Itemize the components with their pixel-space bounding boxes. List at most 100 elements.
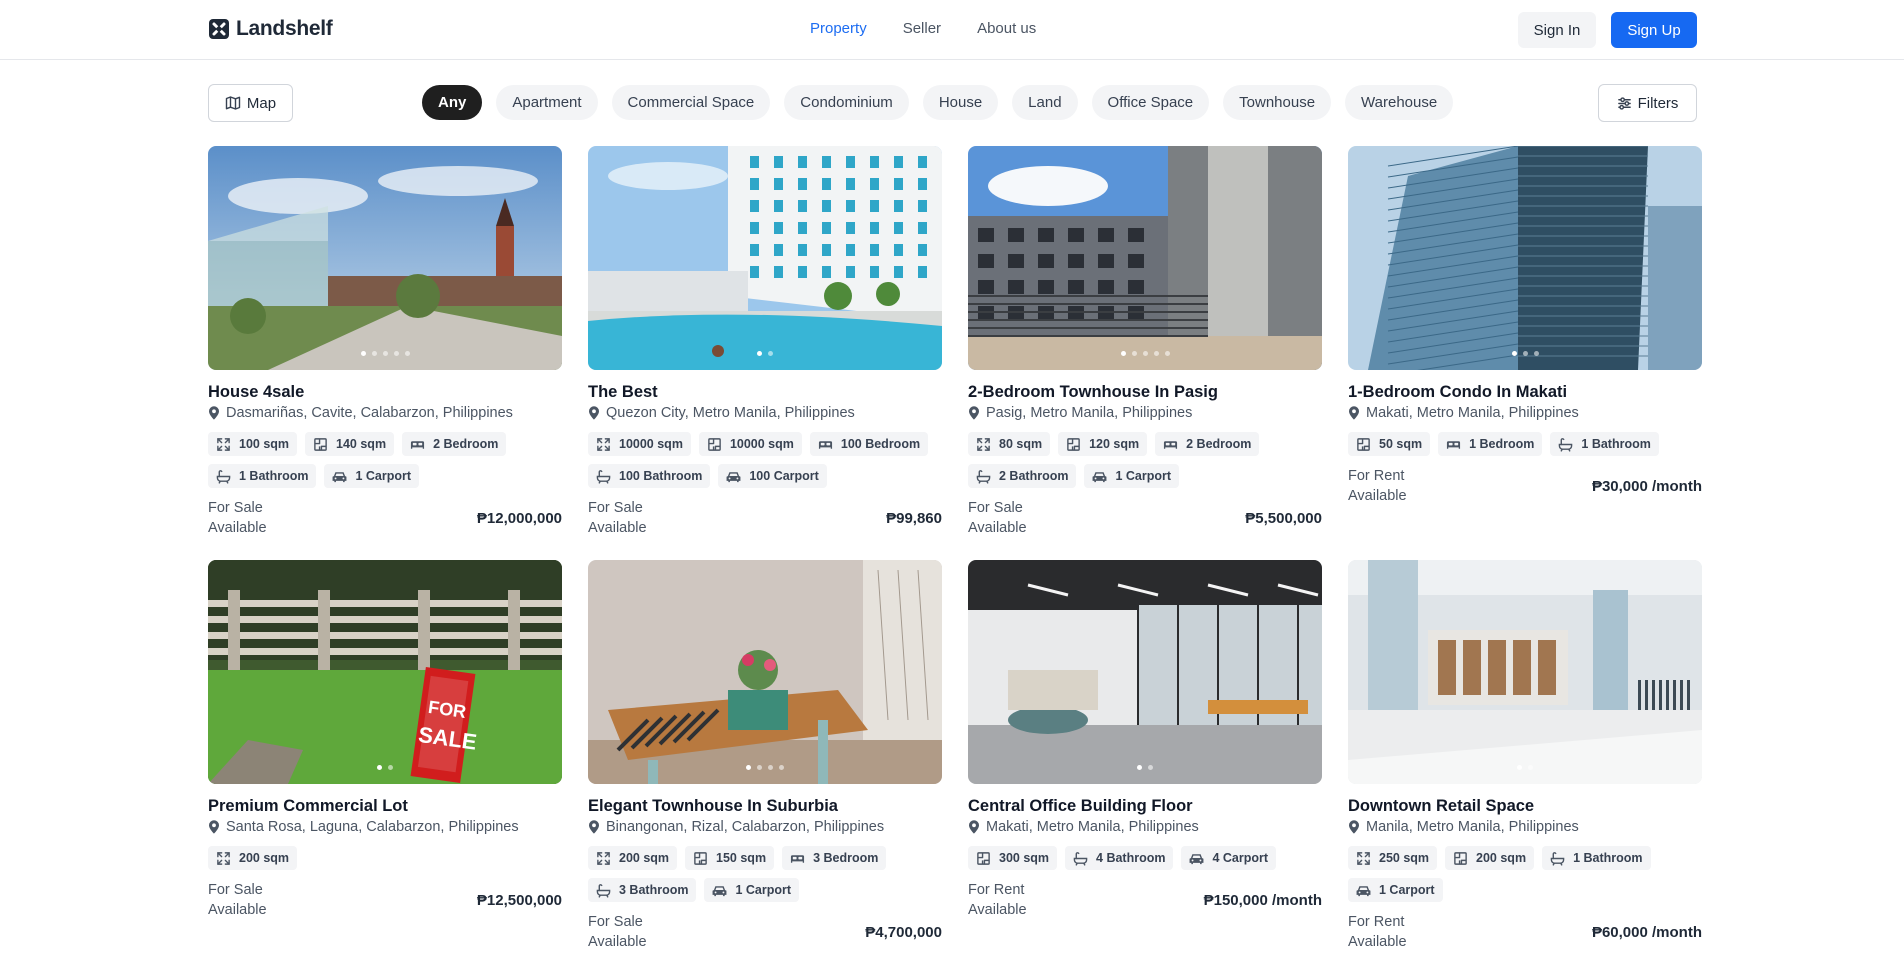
carousel-dot[interactable] [1120,351,1126,356]
brand-logo[interactable]: Landshelf [208,17,333,41]
category-chip-land[interactable]: Land [1012,85,1078,120]
listing-image[interactable] [588,146,942,370]
category-chip-house[interactable]: House [922,85,999,120]
nav-seller[interactable]: Seller [903,20,941,37]
listing-title[interactable]: Elegant Townhouse In Suburbia [588,796,942,816]
feature-label: 3 Bathroom [619,883,689,897]
area-icon [1356,851,1371,866]
filters-button-label: Filters [1637,94,1679,112]
category-chip-condominium[interactable]: Condominium [784,85,909,120]
listing-card[interactable]: FOR SALE Premium Commercial Lot Santa Rosa… [208,560,562,920]
carousel-dot[interactable] [1164,351,1170,356]
carousel-dot[interactable] [360,351,366,356]
listing-card[interactable]: 1-Bedroom Condo In Makati Makati, Metro M… [1348,146,1702,506]
listing-price: ₱99,860 [886,509,942,527]
listing-location: Quezon City, Metro Manila, Philippines [588,404,942,422]
category-chip-commercial-space[interactable]: Commercial Space [611,85,771,120]
listing-location: Binangonan, Rizal, Calabarzon, Philippin… [588,818,942,836]
carousel-dot[interactable] [779,765,784,770]
listing-card[interactable]: Elegant Townhouse In Suburbia Binangonan,… [588,560,942,952]
filters-button[interactable]: Filters [1598,84,1697,122]
feature-label: 1 Bathroom [1573,851,1643,865]
listing-image[interactable] [588,560,942,784]
listing-availability: Available [1348,488,1407,504]
feature-tag: 50 sqm [1348,432,1431,456]
nav-about-us[interactable]: About us [977,20,1036,37]
listing-image[interactable] [1348,560,1702,784]
listing-card[interactable]: 2-Bedroom Townhouse In Pasig Pasig, Metro… [968,146,1322,538]
listing-features: 200 sqm [208,846,562,870]
listing-title[interactable]: 1-Bedroom Condo In Makati [1348,382,1702,402]
car-icon [1092,469,1107,484]
listing-image[interactable] [208,146,562,370]
feature-tag: 100 Carport [718,464,827,488]
feature-tag: 140 sqm [305,432,395,456]
listing-image[interactable] [968,560,1322,784]
bed-icon [1446,437,1461,452]
sign-up-button[interactable]: Sign Up [1611,12,1697,48]
listing-photo [1348,560,1702,784]
carousel-dot[interactable] [388,765,393,770]
listing-image[interactable]: FOR SALE [208,560,562,784]
listing-card[interactable]: The Best Quezon City, Metro Manila, Phili… [588,146,942,538]
listing-card[interactable]: House 4sale Dasmariñas, Cavite, Calabarzo… [208,146,562,538]
carousel-dot[interactable] [1131,351,1137,356]
carousel-dot[interactable] [768,765,773,770]
listing-title[interactable]: House 4sale [208,382,562,402]
listing-features: 250 sqm 200 sqm 1 Bathroom 1 Carport [1348,846,1702,902]
location-pin-icon [1348,406,1360,420]
listing-title[interactable]: Central Office Building Floor [968,796,1322,816]
listing-image[interactable] [1348,146,1702,370]
listing-availability: Available [1348,934,1407,950]
category-chip-any[interactable]: Any [422,85,483,120]
listing-features: 50 sqm 1 Bedroom 1 Bathroom [1348,432,1702,456]
listing-title[interactable]: 2-Bedroom Townhouse In Pasig [968,382,1322,402]
carousel-dot[interactable] [1533,351,1539,356]
listing-availability: Available [588,934,647,950]
listing-price: ₱30,000 /month [1591,477,1702,495]
sign-in-button[interactable]: Sign In [1518,12,1596,48]
carousel-dot[interactable] [404,351,410,356]
listing-photo: FOR SALE [208,560,562,784]
listing-type: For Rent [1348,468,1405,484]
carousel-dot[interactable] [1137,765,1142,770]
carousel-dot[interactable] [1511,351,1517,356]
carousel-dot[interactable] [757,351,762,356]
carousel-dot[interactable] [1517,765,1522,770]
nav-property[interactable]: Property [810,20,867,37]
listing-title[interactable]: Premium Commercial Lot [208,796,562,816]
listing-title[interactable]: The Best [588,382,942,402]
floor-plan-icon [707,437,722,452]
feature-tag: 300 sqm [968,846,1058,870]
map-button[interactable]: Map [208,84,293,122]
carousel-dot[interactable] [393,351,399,356]
carousel-dot[interactable] [371,351,377,356]
listing-status: For Rent Available [968,880,1027,920]
feature-label: 1 Carport [355,469,412,483]
carousel-dot[interactable] [1522,351,1528,356]
feature-tag: 1 Bedroom [1438,432,1543,456]
carousel-dot[interactable] [757,765,762,770]
carousel-dot[interactable] [746,765,751,770]
category-chip-apartment[interactable]: Apartment [496,85,598,120]
feature-tag: 200 sqm [1445,846,1535,870]
carousel-dot[interactable] [1148,765,1153,770]
carousel-dot[interactable] [1528,765,1533,770]
category-chip-townhouse[interactable]: Townhouse [1223,85,1332,120]
category-chip-office-space[interactable]: Office Space [1091,85,1210,120]
carousel-dot[interactable] [1153,351,1159,356]
listing-title[interactable]: Downtown Retail Space [1348,796,1702,816]
listing-photo [1348,146,1702,370]
carousel-dot[interactable] [382,351,388,356]
bed-icon [1163,437,1178,452]
listing-card[interactable]: Central Office Building Floor Makati, Met… [968,560,1322,920]
category-chip-warehouse[interactable]: Warehouse [1345,85,1454,120]
carousel-dot[interactable] [1142,351,1148,356]
listing-image[interactable] [968,146,1322,370]
listing-availability: Available [968,902,1027,918]
listing-card[interactable]: Downtown Retail Space Manila, Metro Manil… [1348,560,1702,952]
carousel-dot[interactable] [377,765,382,770]
car-icon [712,883,727,898]
carousel-dot[interactable] [768,351,773,356]
location-pin-icon [968,820,980,834]
